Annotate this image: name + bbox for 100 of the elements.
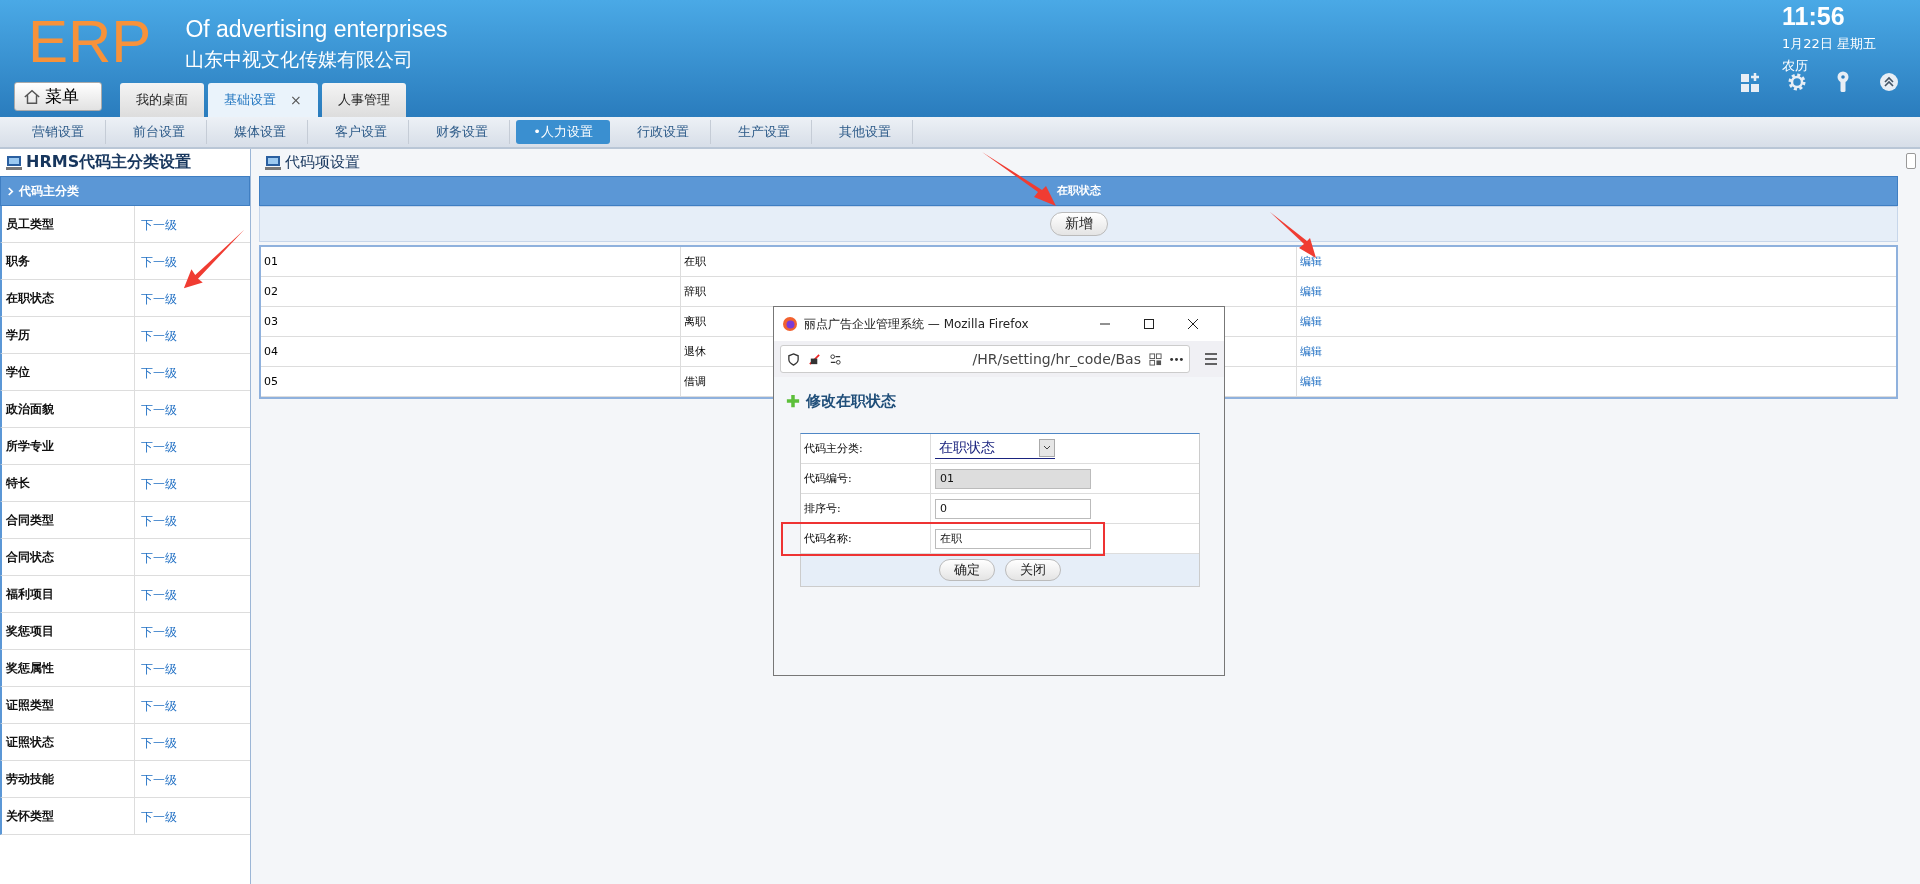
table-cell: 04 [261,337,681,366]
table-cell: 03 [261,307,681,336]
company-name: 山东中视文化传媒有限公司 [185,47,415,72]
settings-tab[interactable]: 财务设置 [415,120,510,144]
category-name: 证照状态 [2,724,135,760]
category-select[interactable]: 在职状态 [935,438,1055,459]
next-level-link[interactable]: 下一级 [135,218,177,232]
next-level-link[interactable]: 下一级 [135,736,177,750]
maximize-icon[interactable] [1142,317,1156,331]
next-level-link[interactable]: 下一级 [135,514,177,528]
add-widget-icon[interactable] [1740,71,1762,93]
settings-icon[interactable] [1786,71,1808,93]
field-label: 代码名称: [801,524,931,553]
settings-tab[interactable]: 生产设置 [717,120,812,144]
field-label: 排序号: [801,494,931,523]
category-name: 合同状态 [2,539,135,575]
next-level-link[interactable]: 下一级 [135,440,177,454]
category-name: 所学专业 [2,428,135,464]
next-level-link[interactable]: 下一级 [135,292,177,306]
table-cell: 02 [261,277,681,306]
input-field[interactable]: 在职 [935,528,1091,549]
next-level-link[interactable]: 下一级 [135,403,177,417]
clock-date: 1月22日 星期五 [1782,35,1877,53]
next-level-link[interactable]: 下一级 [135,773,177,787]
category-name: 员工类型 [2,206,135,242]
edit-link[interactable]: 编辑 [1297,345,1322,358]
address-bar[interactable]: /HR/setting/hr_code/Bas [780,345,1190,373]
home-icon [23,87,41,106]
next-level-link[interactable]: 下一级 [135,366,177,380]
settings-tab[interactable]: 客户设置 [314,120,409,144]
computer-icon [265,154,281,171]
next-level-link[interactable]: 下一级 [135,810,177,824]
collapse-icon[interactable] [1878,71,1900,93]
settings-tab[interactable]: 前台设置 [112,120,207,144]
table-cell: 05 [261,367,681,396]
qr-code-icon [1149,352,1162,366]
category-name: 特长 [2,465,135,501]
next-level-link[interactable]: 下一级 [135,255,177,269]
settings-tab[interactable]: •人力设置 [516,120,610,144]
table-header: 在职状态 [259,176,1898,206]
lunar-date: 农历 [1782,57,1809,75]
category-name: 职务 [2,243,135,279]
chevron-icon [7,185,14,197]
panel-title: 代码项设置 [285,153,360,172]
blocked-permission-icon [808,352,821,366]
category-name: 学位 [2,354,135,390]
close-button[interactable]: 关闭 [1005,559,1061,581]
edit-link[interactable]: 编辑 [1297,255,1322,268]
field-label: 代码主分类: [801,434,931,463]
menu-icon[interactable] [1204,352,1218,366]
category-name: 福利项目 [2,576,135,612]
window-title: 丽点广告企业管理系统 — Mozilla Firefox [804,315,1030,333]
field-label: 代码编号: [801,464,931,493]
url-text: /HR/setting/hr_code/Bas [971,351,1141,367]
category-name: 关怀类型 [2,798,135,834]
next-level-link[interactable]: 下一级 [135,329,177,343]
category-name: 奖惩项目 [2,613,135,649]
category-name: 奖惩属性 [2,650,135,686]
add-button[interactable]: 新增 [1049,212,1108,236]
erp-logo: ERP [28,10,152,74]
next-level-link[interactable]: 下一级 [135,477,177,491]
edit-link[interactable]: 编辑 [1297,375,1322,388]
computer-icon [6,154,22,171]
edit-link[interactable]: 编辑 [1297,315,1322,328]
close-icon[interactable] [1186,317,1200,331]
table-cell: 在职 [681,247,1297,276]
next-level-link[interactable]: 下一级 [135,588,177,602]
edit-link[interactable]: 编辑 [1297,285,1322,298]
browser-logo-icon [782,316,798,332]
input-field[interactable]: 0 [935,498,1091,519]
category-name: 合同类型 [2,502,135,538]
close-icon[interactable]: × [290,92,302,108]
category-name: 证照类型 [2,687,135,723]
next-level-link[interactable]: 下一级 [135,699,177,713]
tab[interactable]: 人事管理 [321,83,406,117]
panel-title: HRMS代码主分类设置 [26,152,192,173]
tab[interactable]: 基础设置 × [208,83,318,117]
settings-tab[interactable]: 行政设置 [616,120,711,144]
settings-tab[interactable]: 其他设置 [818,120,913,144]
plus-icon [786,394,800,408]
category-header: 代码主分类 [19,183,79,200]
category-name: 劳动技能 [2,761,135,797]
app-subtitle: Of advertising enterprises [185,16,448,43]
clock-time: 11:56 [1782,2,1846,31]
menu-button[interactable]: 菜单 [14,82,102,111]
category-name: 学历 [2,317,135,353]
shield-icon [787,352,800,366]
settings-tab[interactable]: 媒体设置 [213,120,308,144]
next-level-link[interactable]: 下一级 [135,551,177,565]
category-name: 在职状态 [2,280,135,316]
tab[interactable]: 我的桌面 [120,83,204,117]
next-level-link[interactable]: 下一级 [135,625,177,639]
next-level-link[interactable]: 下一级 [135,662,177,676]
sliders-icon [829,352,842,366]
caret-icon [1039,439,1055,457]
confirm-button[interactable]: 确定 [939,559,995,581]
settings-tab[interactable]: 营销设置 [11,120,106,144]
table-cell: 01 [261,247,681,276]
scrollbar[interactable] [1906,153,1916,169]
category-name: 政治面貌 [2,391,135,427]
